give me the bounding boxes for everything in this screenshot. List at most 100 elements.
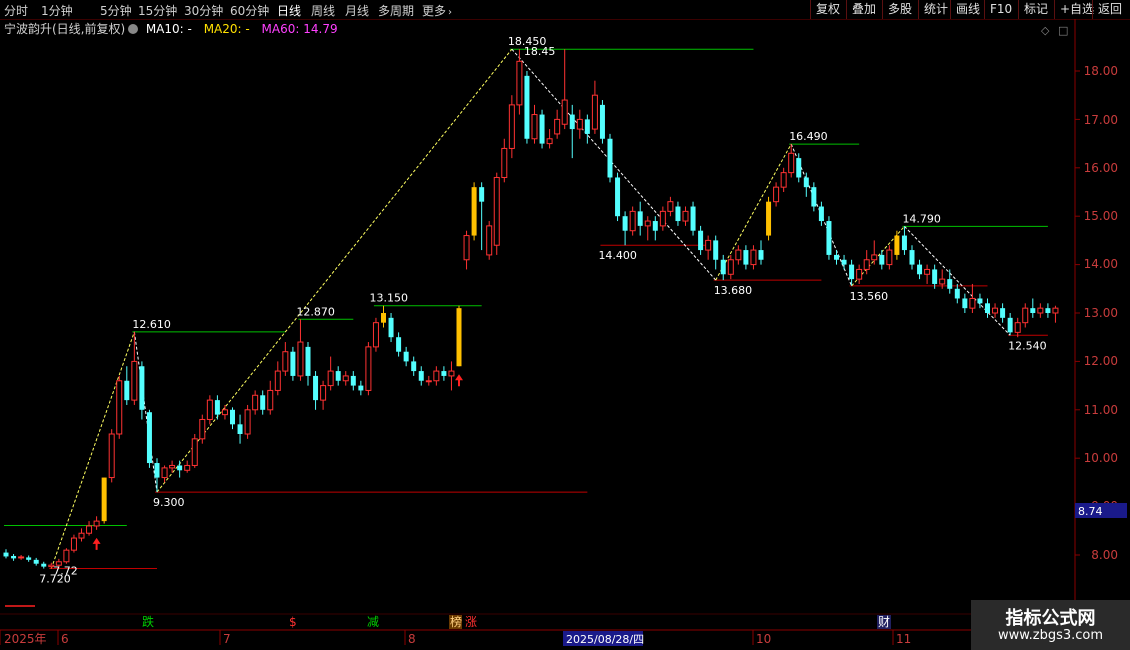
candle (743, 245, 749, 270)
candle-body (206, 399, 213, 420)
candle (803, 172, 809, 197)
candle-body (252, 394, 259, 411)
candle-body (561, 99, 568, 125)
candle-body (93, 520, 100, 527)
candle (539, 109, 545, 149)
candle-body (327, 370, 334, 387)
candle-body (909, 250, 915, 265)
candle (780, 167, 787, 192)
candle-body (11, 555, 17, 559)
candle (456, 305, 462, 367)
candle-body (735, 249, 742, 261)
candle-body (932, 269, 938, 284)
candle (1007, 313, 1013, 336)
candle-body (682, 210, 689, 222)
zigzag-segment (50, 331, 135, 569)
candle-body (177, 465, 183, 471)
candle-body (411, 361, 417, 372)
candle (297, 319, 304, 381)
candle (811, 182, 817, 212)
date-label: 7 (223, 632, 231, 646)
candle-body (871, 254, 878, 261)
candle-body (230, 409, 235, 425)
candle (818, 201, 824, 226)
candle-body (720, 259, 726, 275)
candle-body (396, 337, 402, 352)
candle-body (713, 240, 719, 260)
candle-body (576, 118, 583, 130)
watermark: 指标公式网 www.zbgs3.com (971, 600, 1130, 650)
candle-body (1022, 307, 1029, 324)
date-label: 10 (756, 632, 771, 646)
candle-body (962, 298, 968, 309)
candle (901, 226, 907, 255)
price-tick: 17.00 (1084, 113, 1118, 127)
candle-body (184, 464, 191, 471)
candle-body (78, 532, 85, 539)
candle (871, 240, 878, 265)
marker-zhang: 涨 (465, 614, 477, 629)
candle (18, 555, 25, 560)
candle (554, 109, 561, 139)
candle-body (939, 278, 946, 285)
price-tick: 12.00 (1084, 354, 1118, 368)
candle-body (508, 104, 515, 149)
current-price-label: 8.74 (1078, 505, 1103, 518)
candle-body (471, 187, 477, 236)
candle (342, 371, 349, 386)
trough-label: 9.300 (153, 496, 185, 509)
candle-body (652, 221, 658, 231)
candle (932, 264, 938, 289)
candle-body (448, 370, 455, 377)
candle (41, 561, 47, 569)
candle-body (629, 210, 636, 232)
candle (230, 407, 235, 430)
candle (244, 404, 251, 439)
candle (516, 49, 523, 115)
candle-body (237, 424, 243, 434)
candle (403, 346, 409, 367)
candle (652, 216, 658, 241)
candle (479, 182, 485, 251)
candle (766, 196, 772, 241)
candle-body (841, 259, 847, 265)
candle (63, 548, 70, 564)
candle (962, 293, 968, 313)
candle-body (161, 467, 168, 479)
candle-body (116, 380, 123, 435)
candle-body (690, 206, 696, 231)
buy-arrow-icon (455, 374, 463, 387)
candle (954, 283, 960, 304)
candle-body (780, 172, 787, 188)
marker-dollar: $ (289, 615, 297, 629)
candle-body (803, 177, 809, 188)
candle-body (108, 433, 115, 479)
square-icon[interactable]: □ (1058, 24, 1068, 37)
candle-body (403, 351, 409, 362)
candle-body (191, 438, 198, 466)
date-label: 8 (408, 632, 416, 646)
candle (720, 254, 726, 281)
candle-body (297, 341, 304, 377)
candle (33, 557, 39, 566)
marker-cai: 财 (878, 615, 890, 629)
candle (969, 283, 976, 313)
candle (985, 298, 990, 318)
candle-body (516, 60, 523, 106)
kline-chart[interactable]: 7.7207.7212.6109.30012.87013.15018.45018… (0, 0, 1130, 650)
diamond-icon[interactable]: ◇ (1041, 24, 1050, 37)
peak-label: 13.150 (370, 292, 409, 305)
price-tick: 15.00 (1084, 209, 1118, 223)
candle (411, 356, 417, 376)
candle (252, 390, 259, 415)
candle (388, 313, 394, 343)
candle-body (992, 307, 999, 314)
candle-body (282, 351, 289, 372)
candle (184, 460, 191, 473)
zigzag-segment (133, 331, 158, 493)
candle-body (901, 235, 907, 251)
candle (622, 211, 628, 246)
candle-body (26, 557, 32, 560)
candle-body (615, 177, 621, 217)
candle (599, 100, 605, 144)
